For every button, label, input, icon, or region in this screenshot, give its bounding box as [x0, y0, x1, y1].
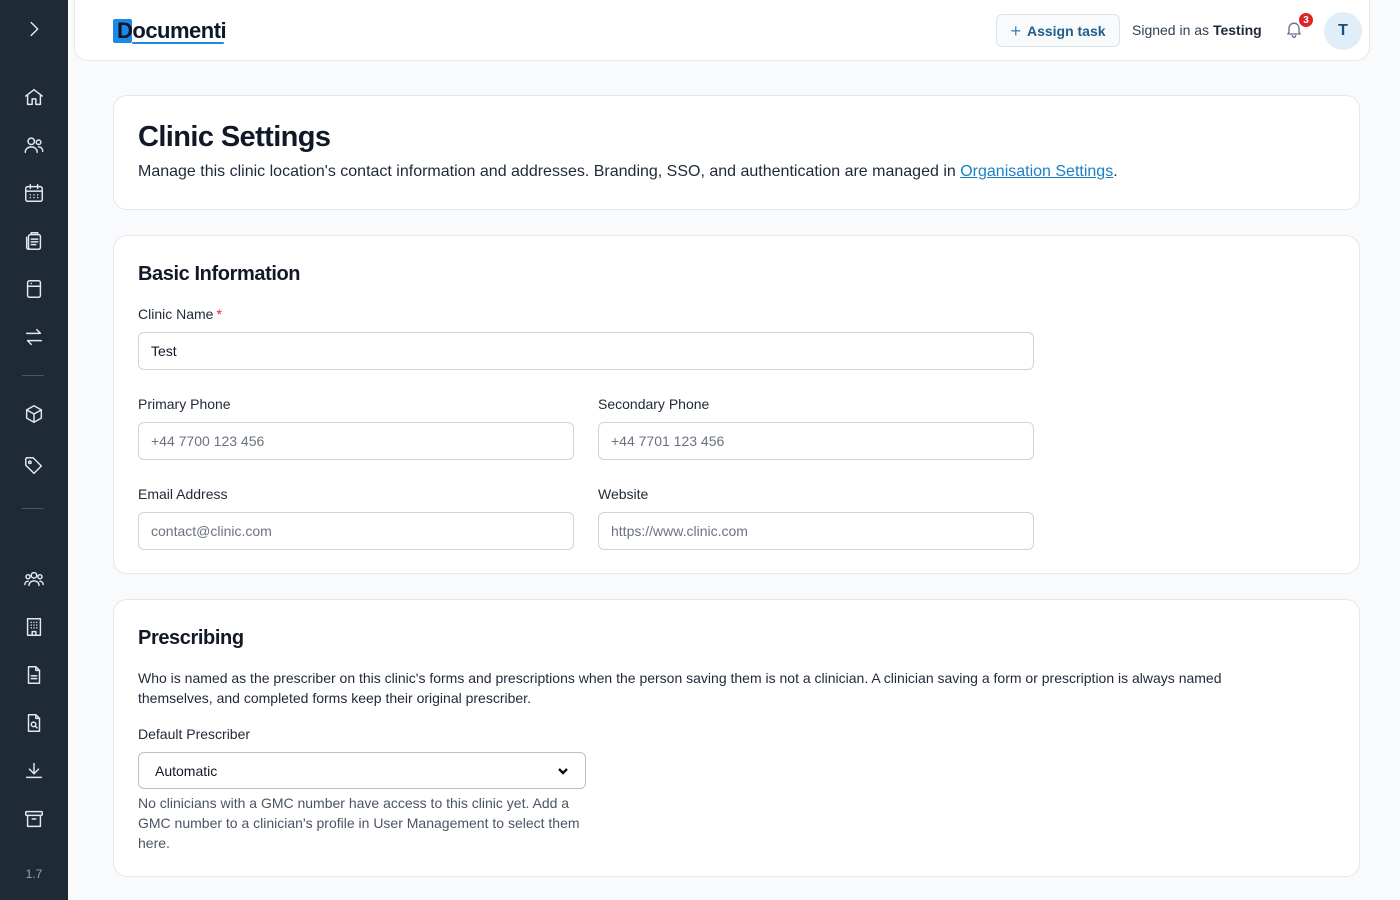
- archive-box-icon[interactable]: [22, 277, 46, 301]
- sidebar-divider: [22, 508, 44, 509]
- prescribing-card: Prescribing Who is named as the prescrib…: [113, 599, 1360, 877]
- clipboard-icon[interactable]: [22, 229, 46, 253]
- assign-task-label: Assign task: [1026, 22, 1106, 39]
- website-label: Website: [598, 486, 649, 502]
- notification-badge: 3: [1297, 11, 1315, 29]
- chevron-right-icon[interactable]: [22, 17, 46, 41]
- top-header: Documenti + Assign task Signed in as Tes…: [74, 0, 1370, 61]
- prescribing-title: Prescribing: [138, 627, 244, 649]
- secondary-phone-label: Secondary Phone: [598, 396, 710, 412]
- email-address-label: Email Address: [138, 486, 228, 502]
- logo-text: Documenti: [117, 18, 227, 43]
- page-header-card: Clinic Settings Manage this clinic locat…: [113, 95, 1360, 210]
- clinic-name-input[interactable]: [138, 332, 1034, 370]
- document-search-icon[interactable]: [22, 711, 46, 735]
- clinic-name-label: Clinic Name *: [138, 306, 222, 322]
- app-version: 1.7: [25, 867, 43, 881]
- default-prescriber-value: Automatic: [155, 762, 218, 779]
- download-icon[interactable]: [22, 759, 46, 783]
- default-prescriber-select[interactable]: Automatic: [138, 752, 586, 789]
- page-description-text: Manage this clinic location's contact in…: [138, 163, 956, 180]
- default-prescriber-help: No clinicians with a GMC number have acc…: [138, 795, 580, 851]
- chevron-down-icon: [558, 767, 568, 775]
- prescribing-description: Who is named as the prescriber on this c…: [138, 670, 1222, 706]
- organisation-settings-link[interactable]: Organisation Settings: [960, 163, 1113, 180]
- website-input[interactable]: [598, 512, 1034, 550]
- document-icon[interactable]: [22, 663, 46, 687]
- primary-phone-input[interactable]: [138, 422, 574, 460]
- page-description: Manage this clinic location's contact in…: [138, 163, 1118, 181]
- basic-information-card: Basic Information Clinic Name* Primary P…: [113, 235, 1360, 574]
- assign-task-button[interactable]: + Assign task: [996, 14, 1120, 47]
- app-logo[interactable]: Documenti: [113, 17, 227, 45]
- cube-icon[interactable]: [22, 402, 46, 426]
- clinic-name-label-text: Clinic Name: [138, 306, 214, 322]
- avatar[interactable]: T: [1324, 12, 1362, 50]
- archive-icon[interactable]: [22, 807, 46, 831]
- page-description-end: .: [1113, 163, 1118, 180]
- sidebar: 1.7: [0, 0, 68, 900]
- arrows-exchange-icon[interactable]: [22, 325, 46, 349]
- user-group-icon[interactable]: [22, 567, 46, 591]
- building-icon[interactable]: [22, 615, 46, 639]
- default-prescriber-label: Default Prescriber: [138, 726, 251, 742]
- sidebar-divider: [22, 375, 44, 376]
- users-icon[interactable]: [22, 133, 46, 157]
- plus-icon: +: [1010, 20, 1021, 41]
- calendar-icon[interactable]: [22, 181, 46, 205]
- signed-in-status: Signed in as Testing: [1132, 22, 1262, 38]
- page-title: Clinic Settings: [138, 121, 331, 153]
- signed-in-user: Testing: [1212, 22, 1262, 38]
- primary-phone-label: Primary Phone: [138, 396, 231, 412]
- required-marker: *: [216, 306, 222, 322]
- basic-information-title: Basic Information: [138, 263, 301, 285]
- home-icon[interactable]: [22, 85, 46, 109]
- secondary-phone-input[interactable]: [598, 422, 1034, 460]
- logo-underline: [132, 42, 225, 44]
- signed-in-prefix: Signed in as: [1132, 22, 1210, 38]
- tag-icon[interactable]: [22, 454, 46, 478]
- email-address-input[interactable]: [138, 512, 574, 550]
